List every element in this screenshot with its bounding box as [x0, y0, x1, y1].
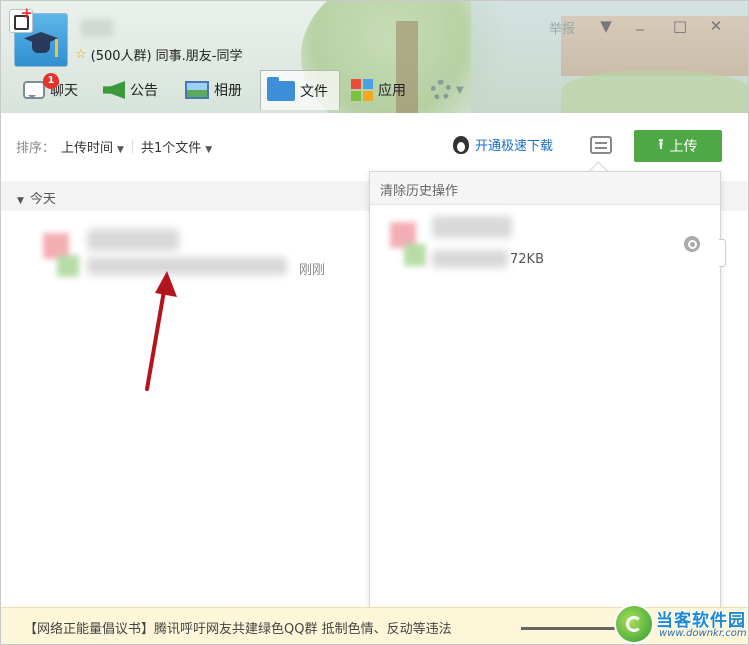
qq-group-window: ☆ (500人群) 同事.朋友-同学 举报 ▼ _ □ ✕ 聊天 公告 相册 文…	[0, 0, 749, 645]
sort-bar: 排序： 上传时间 ▼ 共1个文件 ▼	[16, 137, 212, 156]
speed-download-link[interactable]: 开通极速下载	[453, 135, 553, 154]
file-type-icon	[390, 222, 426, 268]
file-count-filter[interactable]: 共1个文件 ▼	[141, 137, 212, 156]
group-header: ☆ (500人群) 同事.朋友-同学 举报 ▼ _ □ ✕ 聊天 公告 相册 文…	[1, 1, 748, 113]
group-name-blurred	[81, 19, 113, 37]
add-member-icon[interactable]	[9, 4, 33, 33]
watermark-logo-icon	[614, 604, 654, 644]
today-label: 今天	[29, 192, 56, 207]
file-name-blurred[interactable]	[87, 229, 179, 251]
maximize-button[interactable]: □	[669, 15, 691, 37]
star-icon: ☆	[75, 47, 87, 62]
tab-notice[interactable]: 公告	[97, 70, 164, 110]
upload-button[interactable]: ⭱ 上传	[634, 130, 722, 162]
notice-text: 【网络正能量倡议书】腾讯呼吁网友共建绿色QQ群 抵制色情、反动等违法	[24, 622, 452, 637]
sort-label: 排序：	[16, 141, 56, 156]
file-upload-time: 刚刚	[299, 263, 326, 278]
folder-icon	[267, 76, 295, 101]
tab-files[interactable]: 文件	[260, 70, 340, 110]
group-size: (500人群)	[90, 49, 152, 64]
apps-grid-icon	[351, 79, 373, 101]
history-file-name-blurred	[432, 216, 512, 238]
tab-settings[interactable]: ▼	[425, 70, 470, 110]
chevron-down-icon: ▼	[17, 196, 24, 206]
minimize-button[interactable]: _	[629, 11, 651, 33]
photo-icon	[185, 81, 209, 99]
gear-icon	[431, 80, 451, 100]
tab-album[interactable]: 相册	[179, 70, 248, 110]
transfer-tray-icon[interactable]	[590, 136, 612, 154]
report-link[interactable]: 举报	[549, 18, 575, 37]
tab-files-label: 文件	[300, 83, 328, 100]
speaker-icon	[103, 81, 125, 99]
close-button[interactable]: ✕	[705, 15, 727, 37]
chevron-down-icon: ▼	[117, 145, 124, 155]
unread-badge: 1	[43, 73, 59, 89]
upload-arrow-icon: ⭱	[658, 137, 664, 153]
file-type-icon[interactable]	[43, 233, 79, 281]
chevron-down-icon: ▼	[456, 84, 464, 96]
history-panel: 清除历史操作 72KB	[369, 171, 721, 613]
annotation-arrow	[145, 271, 177, 391]
chat-bubble-icon	[23, 81, 45, 99]
chevron-down-icon: ▼	[205, 145, 213, 155]
sort-select[interactable]: 上传时间 ▼	[61, 137, 124, 156]
qq-penguin-icon	[453, 135, 469, 154]
magnifier-icon[interactable]	[684, 236, 700, 252]
tab-album-label: 相册	[214, 83, 242, 99]
dropdown-icon[interactable]: ▼	[595, 15, 617, 37]
group-info: ☆ (500人群) 同事.朋友-同学	[75, 45, 242, 64]
tab-apps-label: 应用	[378, 83, 406, 99]
history-file-size: 72KB	[510, 252, 544, 267]
history-file-meta-blurred	[432, 250, 508, 268]
tab-apps[interactable]: 应用	[345, 70, 412, 110]
group-tags: 同事.朋友-同学	[155, 49, 243, 64]
tab-notice-label: 公告	[130, 83, 158, 99]
clear-history-button[interactable]: 清除历史操作	[380, 180, 458, 199]
watermark-url: www.downkr.com	[659, 628, 747, 639]
